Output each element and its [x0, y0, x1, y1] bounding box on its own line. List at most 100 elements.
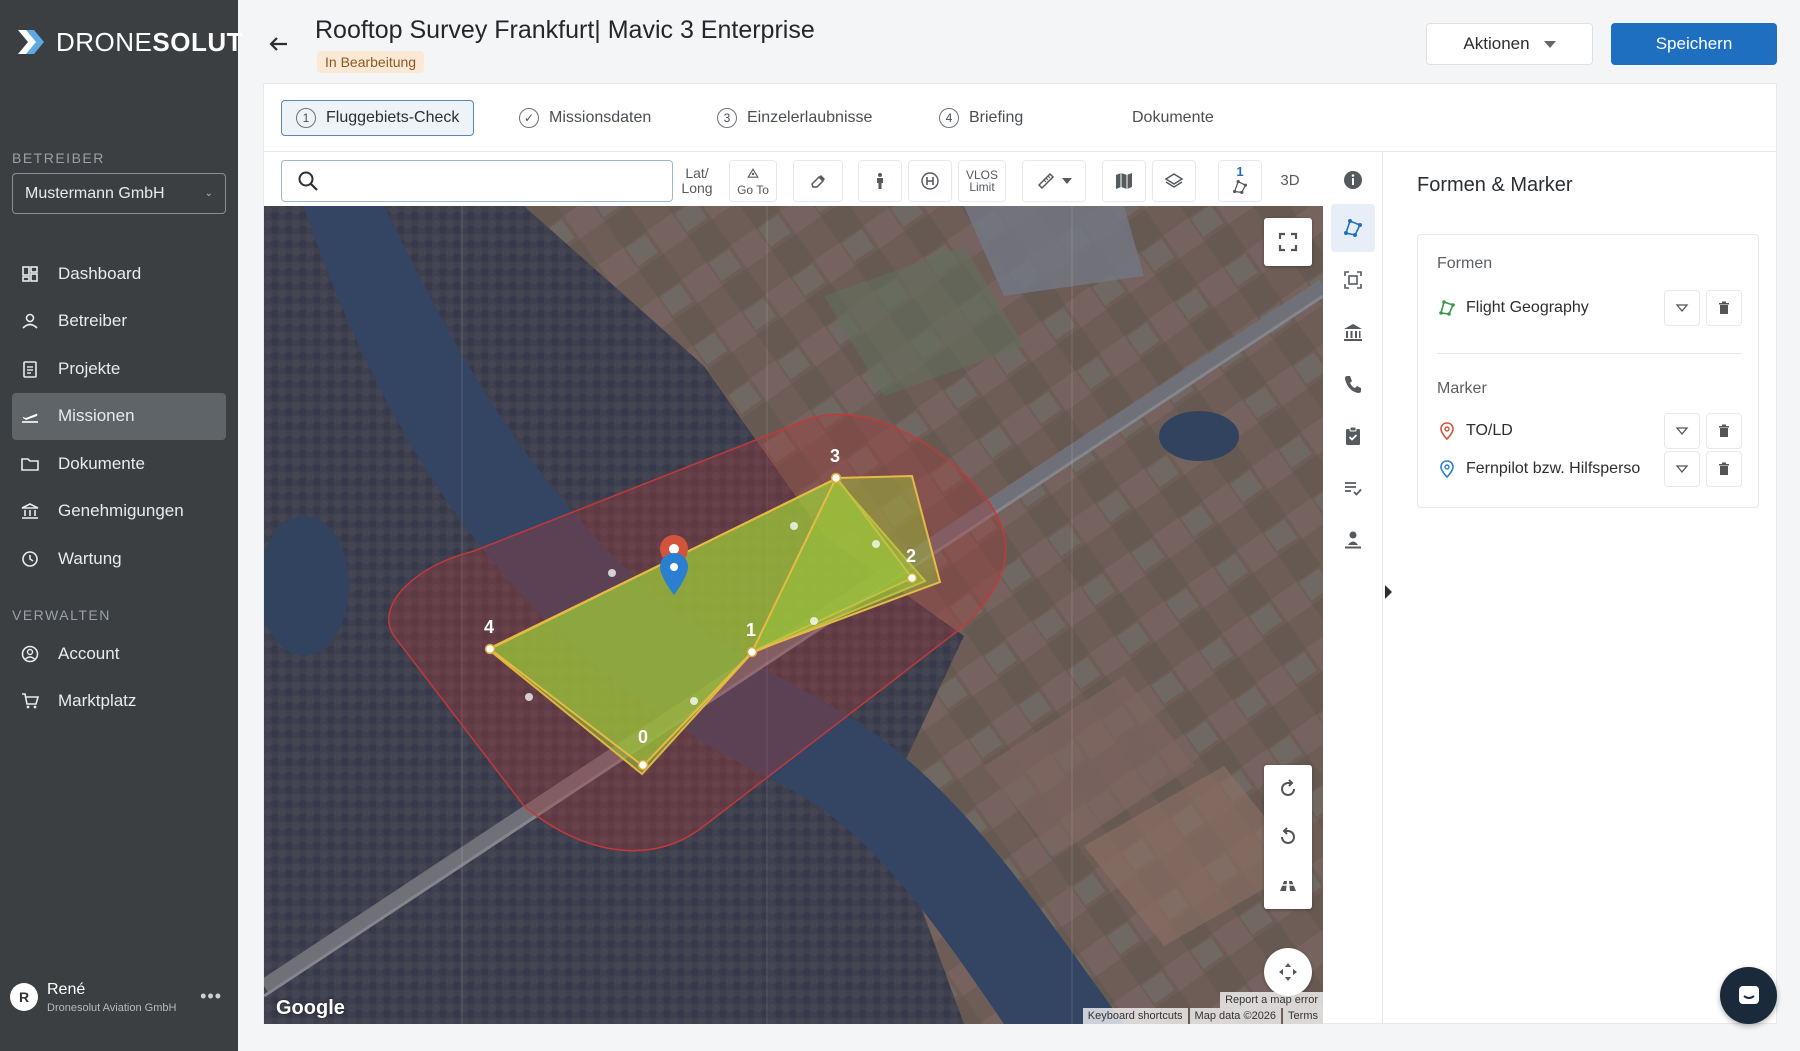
frame-icon: [1344, 271, 1362, 289]
step-number: 3: [717, 108, 737, 128]
bank-icon: [21, 503, 39, 520]
marker-row-to-ld[interactable]: TO/LD: [1437, 413, 1742, 449]
pilot-location-button[interactable]: [1331, 516, 1375, 564]
trash-icon: [1719, 301, 1729, 314]
step-label: Briefing: [969, 109, 1024, 126]
nav-item-projekte[interactable]: Projekte: [12, 345, 226, 392]
nav-item-marktplatz[interactable]: Marktplatz: [12, 678, 226, 725]
checklist-clipboard-button[interactable]: [1331, 412, 1375, 460]
nav-item-label: Account: [58, 643, 120, 663]
authority-button[interactable]: [1331, 308, 1375, 356]
vlos-limit-button[interactable]: VLOS Limit: [958, 160, 1006, 202]
info-button[interactable]: [1331, 156, 1375, 204]
step-number: 4: [939, 108, 959, 128]
map-type-button[interactable]: [1102, 160, 1146, 202]
latlong-button[interactable]: Lat/Long: [675, 160, 719, 202]
pan-control[interactable]: [1264, 948, 1312, 996]
nav-item-dokumente[interactable]: Dokumente: [12, 440, 226, 487]
map-view[interactable]: 0 1 2 3 4 Google Report a map error Keyboard…: [264, 206, 1323, 1024]
layers-button[interactable]: [1152, 160, 1196, 202]
nav-item-missionen[interactable]: Missionen: [12, 392, 226, 440]
frame-button[interactable]: [1331, 256, 1375, 304]
vertex-handle[interactable]: [746, 646, 758, 658]
nav-item-dashboard[interactable]: Dashboard: [12, 250, 226, 297]
rotate-clockwise-icon[interactable]: [1276, 777, 1300, 801]
user-info: René Dronesolut Aviation GmbH: [47, 981, 176, 1014]
checklist-button[interactable]: [1331, 464, 1375, 512]
caret-down-icon: [1543, 40, 1556, 48]
midpoint-handle[interactable]: [790, 522, 798, 530]
marker-row-fernpilot[interactable]: Fernpilot bzw. Hilfsperso: [1437, 451, 1742, 487]
chat-support-button[interactable]: [1720, 967, 1777, 1024]
eraser-button[interactable]: [793, 160, 843, 202]
nav-item-betreiber[interactable]: Betreiber: [12, 298, 226, 345]
rotate-counterclockwise-icon[interactable]: [1276, 825, 1300, 849]
tab-fluggebiets-check[interactable]: 1 Fluggebiets-Check: [281, 100, 475, 136]
pilot-marker[interactable]: [658, 551, 690, 609]
helipad-button[interactable]: [908, 160, 952, 202]
tab-missionsdaten[interactable]: ✓ Missionsdaten: [505, 100, 665, 136]
phone-icon: [1345, 376, 1361, 393]
shapes-button[interactable]: [1331, 204, 1375, 252]
vertex-handle[interactable]: [830, 472, 842, 484]
vertex-label: 4: [484, 617, 494, 637]
user-profile[interactable]: R René Dronesolut Aviation GmbH •••: [10, 972, 228, 1022]
brand-name: DRONESOLUT: [56, 26, 244, 57]
chevron-down-icon: ⌄: [204, 188, 213, 199]
tab-briefing[interactable]: 4 Briefing: [925, 100, 1037, 136]
cart-icon: [22, 693, 40, 709]
expand-button[interactable]: [1664, 290, 1700, 326]
person-icon: [22, 313, 38, 329]
keyboard-shortcuts-link[interactable]: Keyboard shortcuts: [1082, 1008, 1188, 1024]
terms-link[interactable]: Terms: [1283, 1008, 1323, 1024]
vertex-handle[interactable]: [484, 643, 496, 655]
expand-button[interactable]: [1664, 451, 1700, 487]
actions-dropdown-button[interactable]: Aktionen: [1426, 23, 1593, 65]
expand-button[interactable]: [1664, 413, 1700, 449]
pin-icon: [1440, 460, 1454, 479]
tilt-icon[interactable]: [1276, 873, 1300, 897]
vertex-handle[interactable]: [637, 759, 649, 771]
search-input[interactable]: [281, 160, 673, 202]
shapes-markers-panel: Formen & Marker Formen Flight Geography …: [1384, 152, 1778, 1024]
save-button[interactable]: Speichern: [1611, 23, 1777, 65]
report-map-error-link[interactable]: Report a map error: [1220, 992, 1323, 1008]
nav-item-genehmigungen[interactable]: Genehmigungen: [12, 488, 226, 535]
delete-button[interactable]: [1706, 451, 1742, 487]
phone-button[interactable]: [1331, 360, 1375, 408]
map-icon: [1116, 173, 1132, 189]
vertex-label: 2: [906, 546, 916, 566]
pin-icon: [1440, 422, 1454, 441]
measure-dropdown-button[interactable]: [1022, 160, 1086, 202]
back-arrow-icon[interactable]: [265, 30, 293, 58]
tab-dokumente[interactable]: Dokumente: [1118, 100, 1228, 136]
nav-item-wartung[interactable]: Wartung: [12, 536, 226, 583]
nav-item-account[interactable]: Account: [12, 630, 226, 677]
nav-item-label: Betreiber: [58, 311, 127, 331]
midpoint-handle[interactable]: [872, 540, 880, 548]
midpoint-handle[interactable]: [525, 693, 533, 701]
operator-select-value: Mustermann GmbH: [25, 184, 165, 202]
shape-row-flight-geography[interactable]: Flight Geography: [1437, 290, 1742, 326]
midpoint-handle[interactable]: [690, 697, 698, 705]
vertex-handle[interactable]: [906, 572, 918, 584]
delete-button[interactable]: [1706, 413, 1742, 449]
polygon-icon: [1344, 219, 1362, 237]
delete-button[interactable]: [1706, 290, 1742, 326]
midpoint-handle[interactable]: [810, 617, 818, 625]
person-pin-icon: [1345, 531, 1361, 549]
pilot-button[interactable]: [858, 160, 902, 202]
more-icon[interactable]: •••: [200, 986, 222, 1007]
operator-select[interactable]: Mustermann GmbH ⌄: [12, 173, 226, 214]
shapes-count-button[interactable]: 1: [1218, 160, 1262, 202]
midpoint-handle[interactable]: [608, 569, 616, 577]
markers-label: Marker: [1437, 380, 1487, 397]
goto-button[interactable]: Go To: [729, 160, 777, 202]
3d-toggle-button[interactable]: 3D: [1268, 160, 1312, 202]
tab-einzelerlaubnisse[interactable]: 3 Einzelerlaubnisse: [703, 100, 886, 136]
fullscreen-button[interactable]: [1264, 218, 1312, 266]
avatar: R: [10, 983, 38, 1011]
vertex-layer: 0 1 2 3 4: [484, 446, 918, 771]
brand-logo[interactable]: DRONESOLUT: [16, 26, 243, 58]
folder-icon: [21, 458, 39, 471]
